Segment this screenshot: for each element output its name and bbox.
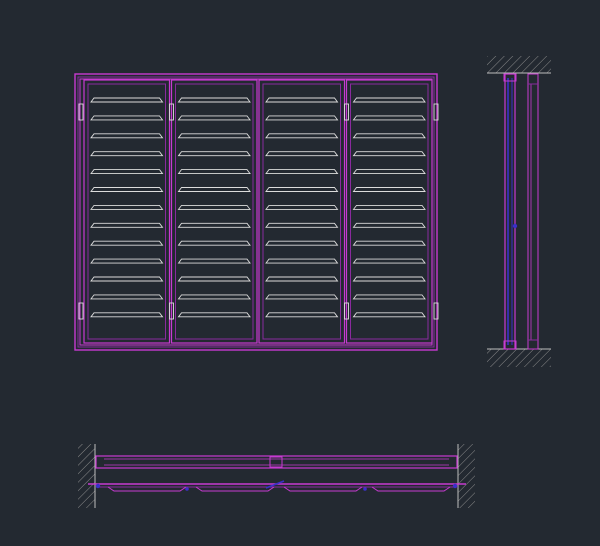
plan-hinge-left (95, 483, 101, 489)
plan-hinge-3 (363, 487, 367, 491)
plan-hinge-right (452, 483, 458, 489)
left-wall-hatch (78, 444, 95, 508)
floor-hatch (487, 349, 551, 367)
cad-drawing-canvas (0, 0, 600, 546)
right-wall-hatch (458, 444, 475, 508)
ceiling-hatch (487, 56, 551, 73)
plan-hinge-2 (185, 487, 189, 491)
side-hinge-pin (512, 223, 518, 229)
